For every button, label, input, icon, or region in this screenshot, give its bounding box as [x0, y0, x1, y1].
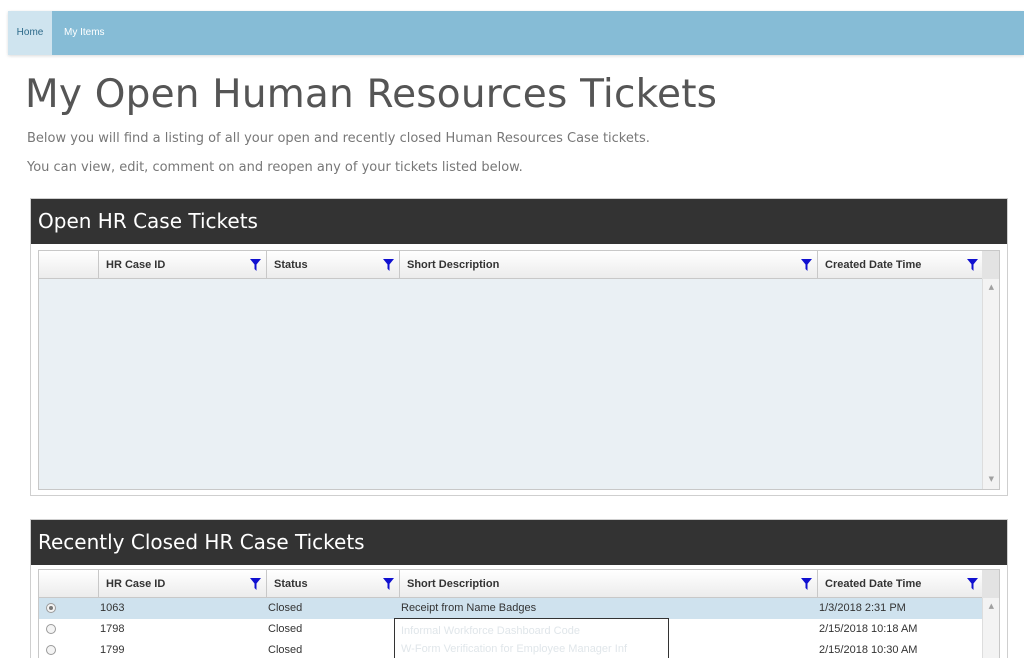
column-header-hr-case-id[interactable]: HR Case ID	[99, 570, 267, 598]
open-tickets-header: Open HR Case Tickets	[31, 199, 1007, 244]
filter-funnel-icon[interactable]	[383, 578, 394, 590]
nav-my-items-link[interactable]: My Items	[64, 11, 105, 55]
page-title: My Open Human Resources Tickets	[25, 72, 718, 117]
intro-text-line1: Below you will find a listing of all you…	[27, 131, 650, 146]
cell-created-date-time: 2/15/2018 10:18 AM	[819, 623, 918, 635]
filter-funnel-icon[interactable]	[250, 259, 261, 271]
popup-line-2: W-Form Verification for Employee Manager…	[401, 643, 627, 655]
column-header-label: HR Case ID	[106, 578, 166, 590]
radio-button-icon[interactable]	[46, 645, 56, 655]
cell-hr-case-id: 1798	[100, 623, 125, 635]
closed-tickets-header: Recently Closed HR Case Tickets	[31, 520, 1007, 565]
cell-created-date-time: 2/15/2018 10:30 AM	[819, 644, 918, 656]
filter-funnel-icon[interactable]	[383, 259, 394, 271]
filter-funnel-icon[interactable]	[250, 578, 261, 590]
scroll-down-icon[interactable]: ▼	[989, 475, 994, 483]
cell-hr-case-id: 1063	[100, 602, 125, 614]
column-header-short-description[interactable]: Short Description	[400, 570, 818, 598]
column-header-label: Short Description	[407, 578, 500, 590]
select-column-header	[39, 570, 99, 598]
column-header-created-date-time[interactable]: Created Date Time	[818, 570, 984, 598]
column-header-label: Short Description	[407, 259, 500, 271]
intro-text-line2: You can view, edit, comment on and reope…	[27, 160, 523, 175]
cell-status: Closed	[268, 623, 303, 635]
vertical-scrollbar[interactable]: ▲ ▼	[982, 251, 999, 489]
radio-button-icon[interactable]	[46, 603, 56, 613]
scroll-up-icon[interactable]: ▲	[989, 602, 994, 610]
popup-line-1: Informal Workforce Dashboard Code	[401, 625, 580, 637]
top-nav-bar: Home My Items	[8, 11, 1024, 55]
cell-created-date-time: 1/3/2018 2:31 PM	[819, 602, 906, 614]
select-column-header	[39, 251, 99, 279]
column-header-status[interactable]: Status	[267, 251, 400, 279]
cell-hr-case-id: 1799	[100, 644, 125, 656]
scrollbar-corner	[982, 570, 999, 598]
filter-funnel-icon[interactable]	[967, 578, 978, 590]
filter-funnel-icon[interactable]	[967, 259, 978, 271]
description-popup: Informal Workforce Dashboard Code W-Form…	[394, 618, 669, 658]
scrollbar-corner	[982, 251, 999, 279]
column-header-short-description[interactable]: Short Description	[400, 251, 818, 279]
radio-button-icon[interactable]	[46, 624, 56, 634]
table-row[interactable]: 1063 Closed Receipt from Name Badges 1/3…	[39, 598, 984, 619]
column-header-status[interactable]: Status	[267, 570, 400, 598]
cell-status: Closed	[268, 644, 303, 656]
filter-funnel-icon[interactable]	[801, 578, 812, 590]
column-header-label: HR Case ID	[106, 259, 166, 271]
open-tickets-panel: Open HR Case Tickets HR Case ID Status S…	[30, 198, 1008, 496]
open-tickets-grid: HR Case ID Status Short Description Crea…	[38, 250, 1000, 490]
column-header-hr-case-id[interactable]: HR Case ID	[99, 251, 267, 279]
cell-short-description: Receipt from Name Badges	[401, 602, 537, 614]
column-header-label: Created Date Time	[825, 578, 922, 590]
cell-status: Closed	[268, 602, 303, 614]
column-header-label: Created Date Time	[825, 259, 922, 271]
column-header-created-date-time[interactable]: Created Date Time	[818, 251, 984, 279]
column-header-label: Status	[274, 578, 308, 590]
scroll-up-icon[interactable]: ▲	[989, 283, 994, 291]
grid-header-row: HR Case ID Status Short Description Crea…	[39, 570, 984, 598]
grid-header-row: HR Case ID Status Short Description Crea…	[39, 251, 984, 279]
vertical-scrollbar[interactable]: ▲	[982, 570, 999, 658]
column-header-label: Status	[274, 259, 308, 271]
nav-home-link[interactable]: Home	[8, 11, 52, 55]
filter-funnel-icon[interactable]	[801, 259, 812, 271]
